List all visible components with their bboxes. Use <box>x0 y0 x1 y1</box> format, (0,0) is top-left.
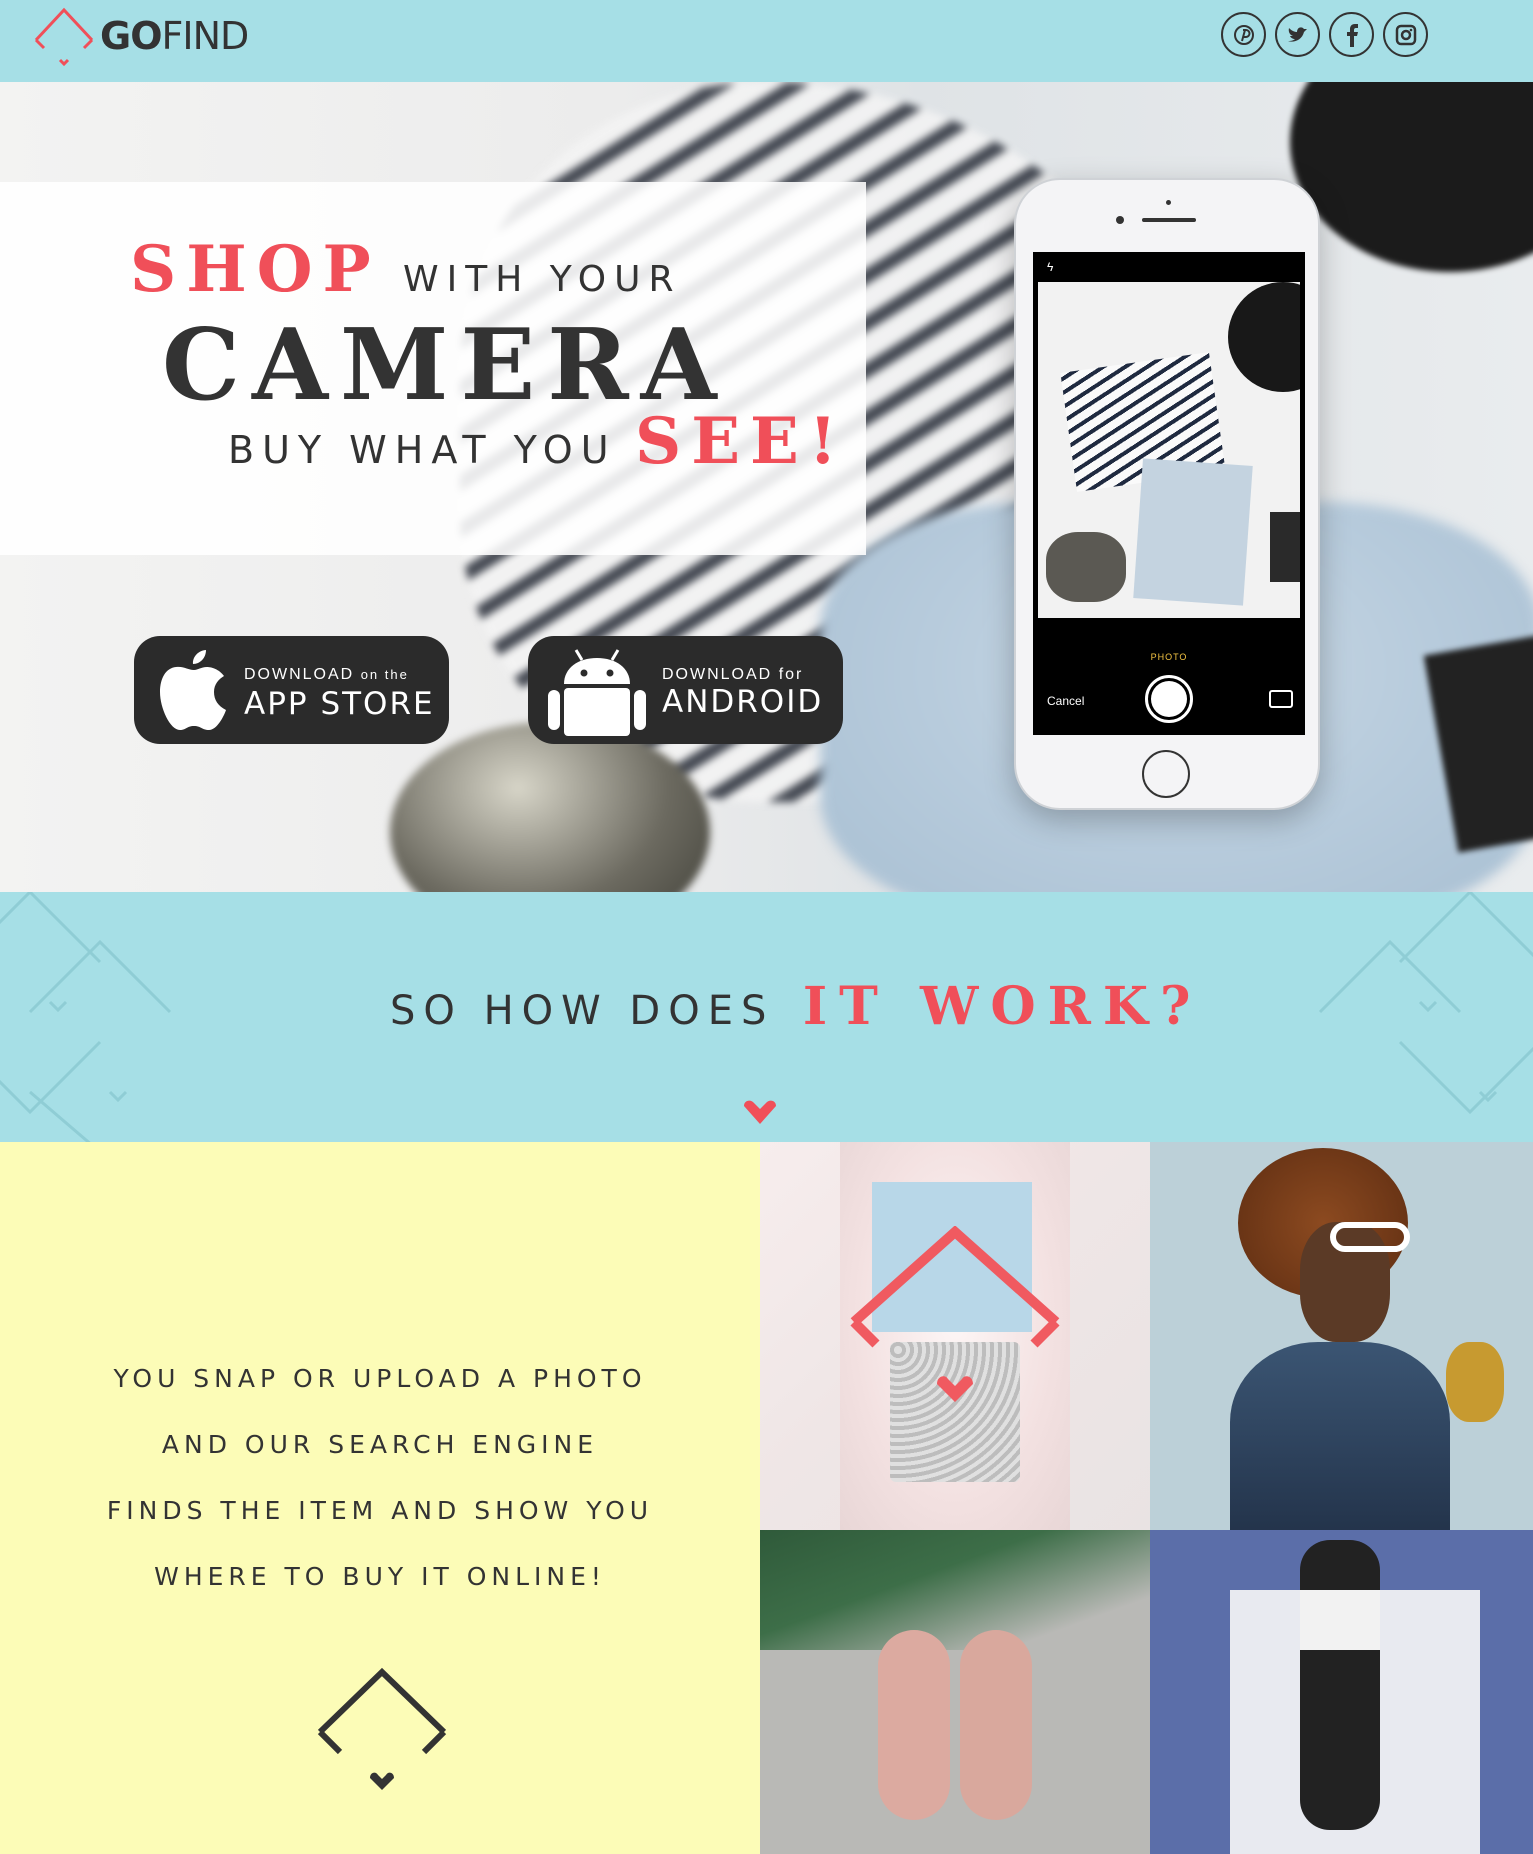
preview-shoes <box>1046 532 1126 602</box>
tile-person-shape <box>1300 1540 1380 1830</box>
camera-cancel-button[interactable]: Cancel <box>1047 694 1084 708</box>
appstore-big-text: APP STORE <box>244 686 435 722</box>
phone-sensor <box>1166 200 1171 205</box>
tile-plant-shape <box>760 1530 1150 1650</box>
logo-overlay-icon <box>850 1226 1060 1402</box>
instagram-icon[interactable] <box>1383 12 1428 57</box>
heart-chevron-icon <box>744 1100 776 1124</box>
photo-tile-sunglasses[interactable] <box>1150 1142 1533 1530</box>
hero-see-word: SEE! <box>634 404 847 479</box>
app-store-button[interactable]: DOWNLOAD on the APP STORE <box>134 636 449 744</box>
phone-screen: ϟ PHOTO Cancel <box>1033 252 1305 735</box>
tile-shirt-shape <box>1300 1590 1380 1650</box>
logo-mark-icon <box>317 1667 447 1790</box>
description-line-3: FINDS THE ITEM AND SHOW YOU <box>106 1496 654 1525</box>
tile-sunglasses-shape <box>1330 1222 1410 1252</box>
phone-front-camera <box>1116 216 1124 224</box>
preview-jeans <box>1133 458 1253 606</box>
photo-tile-fur-coat[interactable] <box>760 1142 1150 1530</box>
description-text: YOU SNAP OR UPLOAD A PHOTO AND OUR SEARC… <box>0 1346 760 1610</box>
phone-home-button <box>1142 750 1190 798</box>
how-it-works-section: SO HOW DOES IT WORK? <box>0 892 1533 1142</box>
tile-pineapple-shape <box>1446 1342 1504 1422</box>
android-big-text: ANDROID <box>662 684 824 720</box>
hero-section: SHOP WITH YOUR CAMERA BUY WHAT YOU SEE! … <box>0 82 1533 892</box>
how-it-works-title: SO HOW DOES IT WORK? <box>390 976 1203 1037</box>
flash-icon[interactable]: ϟ <box>1047 260 1053 274</box>
hero-buy-what-you: BUY WHAT YOU <box>228 428 617 472</box>
logo-diamond-icon <box>34 7 94 67</box>
phone-speaker <box>1142 218 1196 222</box>
logo-wordmark: GOFIND <box>100 14 250 58</box>
tile-right-shoe <box>960 1630 1032 1820</box>
how-title-part-1: SO HOW DOES <box>390 988 775 1034</box>
shutter-button[interactable] <box>1145 675 1193 723</box>
twitter-icon[interactable] <box>1275 12 1320 57</box>
hero-line-3: BUY WHAT YOU SEE! <box>228 404 847 479</box>
facebook-icon[interactable] <box>1329 12 1374 57</box>
photo-tile-shoes[interactable] <box>760 1530 1150 1854</box>
description-line-2: AND OUR SEARCH ENGINE <box>161 1430 599 1459</box>
preview-hat <box>1228 282 1300 392</box>
logo-go: GO <box>100 14 162 58</box>
camera-viewfinder <box>1038 282 1300 618</box>
android-icon <box>548 649 646 736</box>
hero-background-hat <box>1290 82 1533 272</box>
description-line-1: YOU SNAP OR UPLOAD A PHOTO <box>113 1364 647 1393</box>
decorative-pattern-left <box>0 892 172 1142</box>
preview-wallet <box>1270 512 1300 582</box>
description-line-4: WHERE TO BUY IT ONLINE! <box>154 1562 606 1591</box>
android-for: for <box>778 666 804 683</box>
android-small-text: DOWNLOAD for <box>662 666 803 684</box>
switch-camera-icon[interactable] <box>1269 690 1293 708</box>
pinterest-icon[interactable] <box>1221 12 1266 57</box>
android-download: DOWNLOAD <box>662 666 773 683</box>
how-title-part-2: IT WORK? <box>802 976 1203 1037</box>
tile-jacket-shape <box>1230 1342 1450 1530</box>
appstore-small-text: DOWNLOAD on the <box>244 666 409 684</box>
apple-icon <box>160 650 226 730</box>
appstore-download: DOWNLOAD <box>244 666 355 683</box>
hero-with-your: WITH YOUR <box>403 259 682 300</box>
hero-line-1: SHOP WITH YOUR <box>130 232 681 307</box>
appstore-on-the: on the <box>360 667 409 682</box>
tile-left-shoe <box>878 1630 950 1820</box>
phone-mockup: ϟ PHOTO Cancel <box>1014 178 1320 810</box>
android-button[interactable]: DOWNLOAD for ANDROID <box>528 636 843 744</box>
logo-find: FIND <box>161 14 250 58</box>
hero-shop-word: SHOP <box>130 232 381 307</box>
photo-mode-label[interactable]: PHOTO <box>1033 652 1305 662</box>
social-links <box>1221 12 1428 57</box>
photo-tile-garage[interactable] <box>1150 1530 1533 1854</box>
decorative-pattern-right <box>1318 892 1533 1115</box>
top-header: GOFIND <box>0 0 1533 82</box>
description-panel: YOU SNAP OR UPLOAD A PHOTO AND OUR SEARC… <box>0 1142 760 1854</box>
